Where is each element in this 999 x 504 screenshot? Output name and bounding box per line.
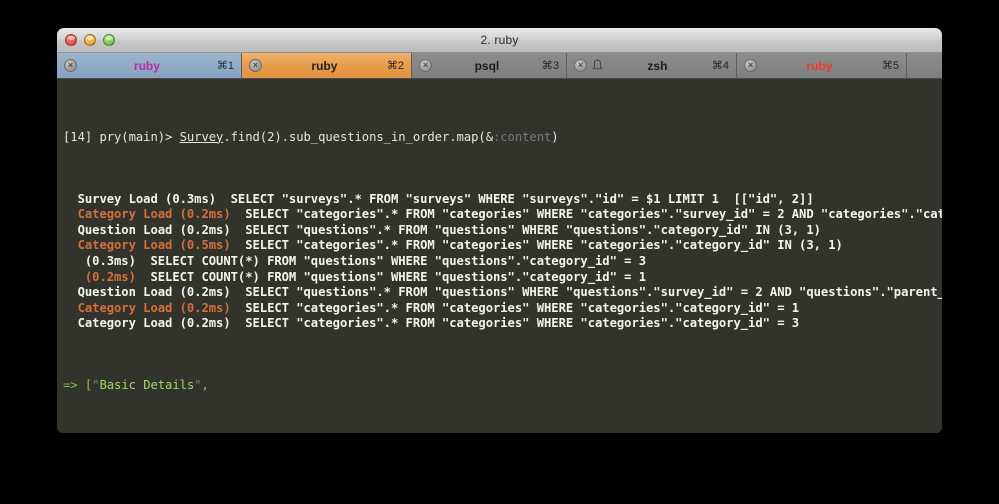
sql-log-statement: SELECT "questions".* FROM "questions" WH… — [230, 222, 821, 237]
tab-shortcut: ⌘2 — [386, 60, 404, 72]
result-item: Basic Details — [99, 378, 195, 393]
quote-close: " — [194, 378, 202, 393]
tab-label: ruby — [806, 58, 833, 73]
sql-log-label: Survey Load (0.3ms) — [63, 191, 217, 206]
sql-log-line: Category Load (0.2ms) SELECT "categories… — [63, 316, 936, 332]
close-icon[interactable]: × — [64, 59, 77, 72]
sql-log-statement: SELECT COUNT(*) FROM "questions" WHERE "… — [135, 254, 647, 269]
sql-log-label: Question Load (0.2ms) — [63, 285, 231, 300]
tab-shortcut: ⌘3 — [541, 60, 559, 72]
tab-bar-filler — [907, 53, 942, 78]
sql-log: Survey Load (0.3ms) SELECT "surveys".* F… — [63, 192, 942, 332]
close-glyph: × — [252, 59, 259, 70]
tab-ruby-1[interactable]: × ruby ⌘1 — [57, 53, 242, 78]
sql-log-label: Category Load (0.2ms) — [63, 316, 231, 331]
command-chain: .find(2).sub_questions_in_order.map(& — [223, 129, 493, 144]
sql-log-label: (0.3ms) — [63, 254, 136, 269]
sql-log-statement: SELECT "categories".* FROM "categories" … — [230, 238, 843, 253]
sql-log-label: Category Load (0.2ms) — [63, 300, 231, 315]
prompt-label: [14] pry(main)> — [63, 129, 180, 144]
sql-log-label: Question Load (0.2ms) — [63, 222, 231, 237]
sql-log-label: Category Load (0.2ms) — [63, 207, 231, 222]
tab-shortcut: ⌘5 — [881, 60, 899, 72]
tab-shortcut: ⌘4 — [711, 60, 729, 72]
window-title: 2. ruby — [480, 33, 519, 47]
sql-log-line: Question Load (0.2ms) SELECT "questions"… — [63, 223, 936, 239]
close-glyph: × — [747, 59, 754, 70]
sql-log-statement: SELECT "categories".* FROM "categories" … — [245, 207, 942, 222]
sql-log-line: (0.3ms) SELECT COUNT(*) FROM "questions"… — [63, 254, 936, 270]
tab-bar: × ruby ⌘1 × ruby ⌘2 × psql ⌘3 × zsh ⌘4 ×… — [57, 53, 942, 79]
sql-log-statement: SELECT "surveys".* FROM "surveys" WHERE … — [216, 191, 814, 206]
terminal-window: 2. ruby × ruby ⌘1 × ruby ⌘2 × psql ⌘3 × — [57, 28, 942, 433]
tab-label: zsh — [647, 58, 668, 73]
window-titlebar[interactable]: 2. ruby — [57, 28, 942, 53]
sql-log-label: Category Load (0.5ms) — [63, 238, 231, 253]
result-arrow: => — [63, 378, 85, 393]
command-symbol: :content — [492, 129, 552, 144]
sql-log-statement: SELECT "questions".* FROM "questions" WH… — [245, 285, 942, 300]
tab-label: ruby — [311, 58, 338, 73]
tab-label: ruby — [133, 58, 160, 73]
tab-psql[interactable]: × psql ⌘3 — [412, 53, 567, 78]
sql-log-statement: SELECT COUNT(*) FROM "questions" WHERE "… — [135, 269, 647, 284]
sql-log-label: (0.2ms) — [63, 269, 136, 284]
minimize-button-icon[interactable] — [84, 34, 96, 46]
tab-zsh[interactable]: × zsh ⌘4 — [567, 53, 737, 78]
sql-log-line: Survey Load (0.3ms) SELECT "surveys".* F… — [63, 192, 936, 208]
close-icon[interactable]: × — [249, 59, 262, 72]
tab-label: psql — [474, 58, 500, 73]
result-line-0: => ["Basic Details", — [63, 378, 936, 394]
bell-icon — [591, 59, 603, 73]
close-button-icon[interactable] — [65, 34, 77, 46]
terminal-output[interactable]: [14] pry(main)> Survey.find(2).sub_quest… — [57, 79, 942, 433]
tab-ruby-5[interactable]: × ruby ⌘5 — [737, 53, 907, 78]
window-controls — [65, 34, 115, 46]
close-icon[interactable]: × — [744, 59, 757, 72]
sql-log-line: Category Load (0.2ms) SELECT "categories… — [63, 301, 936, 317]
close-glyph: × — [422, 59, 429, 70]
close-icon[interactable]: × — [574, 59, 587, 72]
close-icon[interactable]: × — [419, 59, 432, 72]
result-comma: , — [201, 378, 209, 393]
command-line: [14] pry(main)> Survey.find(2).sub_quest… — [63, 130, 936, 146]
command-paren: ) — [551, 129, 559, 144]
sql-log-statement: SELECT "categories".* FROM "categories" … — [230, 316, 800, 331]
sql-log-line: (0.2ms) SELECT COUNT(*) FROM "questions"… — [63, 270, 936, 286]
sql-log-statement: SELECT "categories".* FROM "categories" … — [230, 300, 800, 315]
sql-log-line: Category Load (0.5ms) SELECT "categories… — [63, 238, 936, 254]
screen: 2. ruby × ruby ⌘1 × ruby ⌘2 × psql ⌘3 × — [0, 0, 999, 504]
sql-log-line: Question Load (0.2ms) SELECT "questions"… — [63, 285, 942, 301]
tab-ruby-2-active[interactable]: × ruby ⌘2 — [242, 53, 412, 78]
close-glyph: × — [577, 59, 584, 70]
command-receiver: Survey — [179, 129, 224, 144]
close-glyph: × — [67, 59, 74, 70]
tab-shortcut: ⌘1 — [216, 60, 234, 72]
zoom-button-icon[interactable] — [103, 34, 115, 46]
sql-log-line: Category Load (0.2ms) SELECT "categories… — [63, 207, 942, 223]
